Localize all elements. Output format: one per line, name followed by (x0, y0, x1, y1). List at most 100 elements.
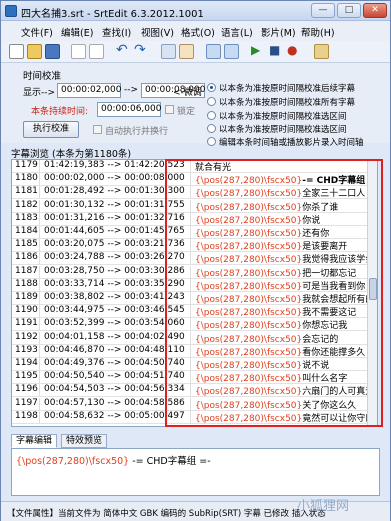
auto-wrap-checkbox[interactable] (93, 125, 102, 134)
row-tag: {\pos(287,280)\fscx50} (195, 347, 303, 357)
table-row[interactable]: 1179 01:42:19,383 --> 01:42:20,523 就合有光 (12, 160, 367, 174)
row-time: 00:03:24,788 --> 00:03:26,270 (41, 252, 191, 265)
row-subtitle: 全家三十二口人 (302, 189, 366, 199)
table-row[interactable]: 1195 00:04:50,540 --> 00:04:51,740 {\pos(2… (12, 371, 367, 385)
radio-option-5[interactable] (207, 137, 216, 146)
list-scrollbar[interactable] (367, 160, 377, 426)
maximize-button[interactable]: □ (337, 3, 361, 18)
paste-icon[interactable] (161, 44, 176, 59)
scrollbar-thumb[interactable] (369, 278, 377, 300)
row-time: 00:03:38,802 --> 00:03:41,243 (41, 292, 191, 305)
play-icon[interactable]: ▶ (251, 44, 266, 59)
row-time: 00:03:20,075 --> 00:03:21,736 (41, 239, 191, 252)
undo-icon[interactable]: ↶ (116, 43, 131, 59)
menu-file[interactable]: 文件(F) (21, 25, 53, 39)
row-tag: {\pos(287,280)\fscx50} (195, 229, 303, 239)
tab-subtitle-edit[interactable]: 字幕编辑 (11, 434, 58, 448)
table-row[interactable]: 1186 00:03:24,788 --> 00:03:26,270 {\pos(2… (12, 252, 367, 266)
stop-icon[interactable]: ■ (269, 44, 284, 59)
menu-movie[interactable]: 影片(M) (261, 25, 296, 39)
table-row[interactable]: 1198 00:04:58,632 --> 00:05:00,497 {\pos(2… (12, 410, 367, 424)
open-icon[interactable] (27, 44, 42, 59)
table-row[interactable]: 1187 00:03:28,750 --> 00:03:30,286 {\pos(2… (12, 265, 367, 279)
table-row[interactable]: 1182 00:01:30,132 --> 00:01:31,755 {\pos(2… (12, 199, 367, 213)
delete-icon[interactable] (179, 44, 194, 59)
app-icon (5, 5, 17, 17)
row-tag: {\pos(287,280)\fscx50} (195, 202, 303, 212)
record-icon[interactable]: ● (287, 44, 302, 59)
row-tag: {\pos(287,280)\fscx50} (195, 281, 303, 291)
table-row[interactable]: 1188 00:03:33,714 --> 00:03:35,290 {\pos(2… (12, 278, 367, 292)
table-row[interactable]: 1196 00:04:54,503 --> 00:04:56,334 {\pos(2… (12, 384, 367, 398)
table-row[interactable]: 1191 00:03:52,399 --> 00:03:54,060 {\pos(2… (12, 318, 367, 332)
subtitle-list[interactable]: 1198 00:04:58,632 --> 00:05:00,497 {\pos(2… (11, 159, 378, 427)
start-time-field[interactable]: 00:00:02,000 (57, 83, 121, 98)
row-number: 1181 (12, 186, 40, 199)
radio-option-2[interactable] (207, 97, 216, 106)
row-text: {\pos(287,280)\fscx50}会忘记的 (193, 332, 367, 344)
replace-icon[interactable] (224, 44, 239, 59)
save-icon[interactable] (45, 44, 60, 59)
subtitle-editor[interactable]: {\pos(287,280)\fscx50} -= CHD字幕组 =- (11, 448, 380, 496)
radio-option-3[interactable] (207, 111, 216, 120)
table-row[interactable]: 1184 00:01:44,605 --> 00:01:45,765 {\pos(2… (12, 226, 367, 240)
menu-edit[interactable]: 编辑(E) (61, 25, 93, 39)
row-subtitle: 可是当我看到你 (302, 281, 366, 291)
radio-option-4[interactable] (207, 124, 216, 133)
row-time: 00:04:57,130 --> 00:04:58,586 (41, 397, 191, 410)
row-subtitle: 把一切都忘记 (302, 268, 357, 278)
redo-icon[interactable]: ↷ (134, 43, 149, 59)
table-row[interactable]: 1193 00:04:46,870 --> 00:04:48,110 {\pos(2… (12, 344, 367, 358)
table-row[interactable]: 1197 00:04:57,130 --> 00:04:58,586 {\pos(2… (12, 397, 367, 411)
app-window: 四大名捕3.srt - SrtEdit 6.3.2012.1001 — □ ✕ … (0, 0, 391, 521)
minimize-button[interactable]: — (311, 3, 335, 18)
lock-checkbox[interactable] (165, 105, 174, 114)
row-tag: {\pos(287,280)\fscx50} (195, 334, 303, 344)
row-number: 1192 (12, 331, 40, 344)
adjust-label[interactable]: <-微调 (173, 85, 202, 98)
settings-icon[interactable] (314, 44, 329, 59)
table-row[interactable]: 1189 00:03:38,802 --> 00:03:41,243 {\pos(2… (12, 292, 367, 306)
row-text: 就合有光 (193, 160, 367, 172)
row-time: 00:03:33,714 --> 00:03:35,290 (41, 278, 191, 291)
menu-language[interactable]: 语言(L) (221, 25, 253, 39)
table-row[interactable]: 1180 00:00:02,000 --> 00:00:08,000 {\pos(2… (12, 173, 367, 187)
table-row[interactable]: 1194 00:04:49,376 --> 00:04:50,740 {\pos(2… (12, 358, 367, 372)
row-number: 1191 (12, 318, 40, 331)
row-subtitle: 你想忘记我 (302, 321, 348, 331)
table-row[interactable]: 1183 00:01:31,216 --> 00:01:32,716 {\pos(2… (12, 212, 367, 226)
row-number: 1193 (12, 344, 40, 357)
new-icon[interactable] (9, 44, 24, 59)
copy-icon[interactable] (89, 44, 104, 59)
row-text: {\pos(287,280)\fscx50}说不说 (193, 358, 367, 370)
cut-icon[interactable] (71, 44, 86, 59)
menu-format[interactable]: 格式(O) (181, 25, 215, 39)
duration-field[interactable]: 00:00:06,000 (97, 102, 161, 117)
table-row[interactable]: 1192 00:04:01,158 --> 00:04:02,490 {\pos(2… (12, 331, 367, 345)
window-title: 四大名捕3.srt - SrtEdit 6.3.2012.1001 (21, 9, 204, 20)
row-subtitle: 竟然可以让你守口如 (302, 413, 367, 423)
find-icon[interactable] (206, 44, 221, 59)
table-row[interactable]: 1190 00:03:44,975 --> 00:03:46,545 {\pos(2… (12, 305, 367, 319)
toolbar: ↶ ↷ ▶ ■ ● (1, 41, 390, 63)
row-number: 1195 (12, 371, 40, 384)
row-time: 00:03:52,399 --> 00:03:54,060 (41, 318, 191, 331)
menu-view[interactable]: 视图(V) (141, 25, 174, 39)
row-subtitle: 还有你 (302, 229, 330, 239)
row-number: 1183 (12, 212, 40, 225)
table-row[interactable]: 1181 00:01:28,492 --> 00:01:30,300 {\pos(2… (12, 186, 367, 200)
menu-find[interactable]: 查找(I) (102, 25, 131, 39)
close-button[interactable]: ✕ (363, 3, 387, 18)
row-tag: {\pos(287,280)\fscx50} (195, 176, 303, 186)
table-row[interactable]: 1185 00:03:20,075 --> 00:03:21,736 {\pos(2… (12, 239, 367, 253)
radio-option-1[interactable] (207, 83, 216, 92)
row-number: 1196 (12, 384, 40, 397)
row-number: 1179 (12, 160, 40, 173)
row-time: 00:01:30,132 --> 00:01:31,755 (41, 199, 191, 212)
row-subtitle: 是该要离开 (302, 242, 348, 252)
execute-calibration-button[interactable]: 执行校准 (23, 121, 79, 138)
tab-effect-preview[interactable]: 特效预览 (61, 434, 108, 448)
row-tag: {\pos(287,280)\fscx50} (195, 361, 303, 371)
row-subtitle: 看你还能撑多久 (302, 347, 366, 357)
menu-help[interactable]: 帮助(H) (301, 25, 335, 39)
